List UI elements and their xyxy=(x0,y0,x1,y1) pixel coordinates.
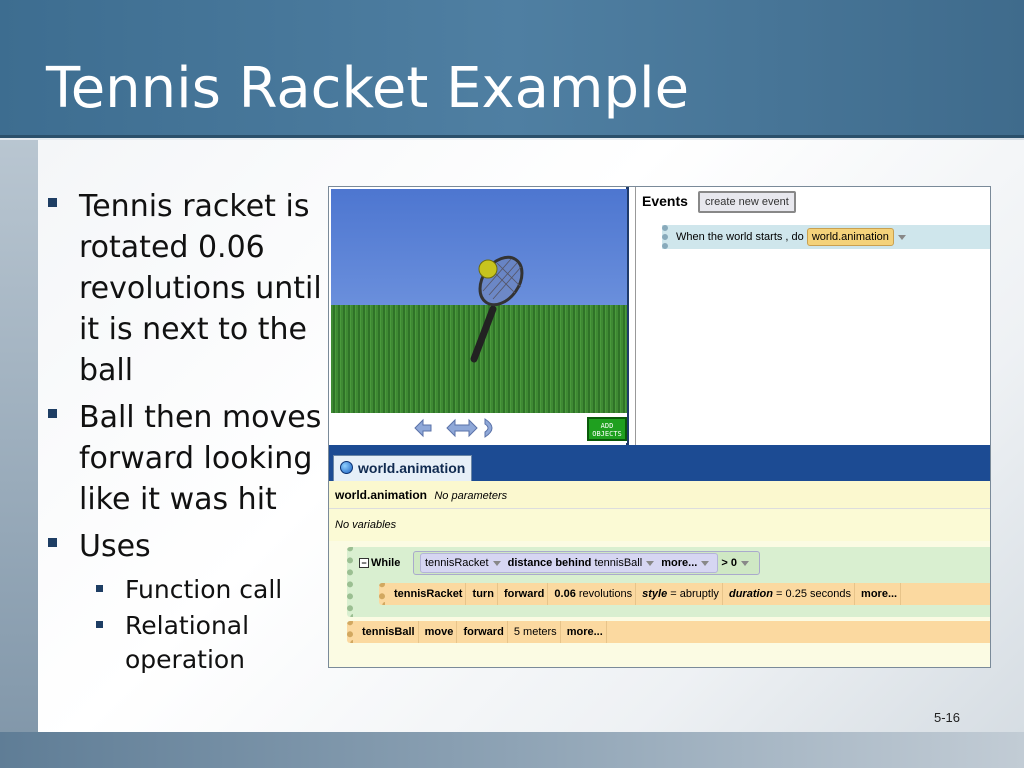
style-value[interactable]: = abruptly xyxy=(670,588,719,600)
scene-viewport[interactable] xyxy=(331,189,627,413)
title-bar: Tennis Racket Example xyxy=(0,0,1024,138)
move-object[interactable]: tennisBall xyxy=(359,621,419,643)
rotate-arrow-icon[interactable] xyxy=(484,418,493,438)
code-area: − While tennisRacket distance behind tenn… xyxy=(329,541,990,667)
bullet-item: Ball then moves forward looking like it … xyxy=(44,397,324,520)
method-editor: world.animation world.animation No param… xyxy=(329,445,990,667)
move-statement[interactable]: tennisBall move forward 5 meters more... xyxy=(347,621,990,643)
slide-bottom-frame xyxy=(0,732,1024,768)
events-panel: Events create new event When the world s… xyxy=(635,187,990,445)
bullet-item: Tennis racket is rotated 0.06 revolution… xyxy=(44,186,324,391)
tab-world-animation[interactable]: world.animation xyxy=(333,455,473,481)
bullet-marker xyxy=(96,621,103,628)
while-label: − While xyxy=(359,557,400,569)
event-trigger-text: When the world starts , do xyxy=(676,231,804,243)
alice-screenshot: ADD OBJECTS Events create new event When… xyxy=(328,186,991,668)
collapse-icon[interactable]: − xyxy=(359,558,369,568)
turn-amount[interactable]: 0.06 xyxy=(554,588,575,600)
dropdown-arrow-icon[interactable] xyxy=(492,560,501,566)
camera-controls: ADD OBJECTS xyxy=(331,413,627,443)
bullet-text: Function call xyxy=(125,575,283,604)
duration-key: duration xyxy=(728,588,773,600)
turn-verb: turn xyxy=(470,583,498,605)
dropdown-arrow-icon[interactable] xyxy=(701,560,710,566)
bullet-marker xyxy=(48,409,57,418)
turn-statement[interactable]: tennisRacket turn forward 0.06 revolutio… xyxy=(379,583,990,605)
bullet-text: Uses xyxy=(79,529,151,564)
bullet-marker xyxy=(48,538,57,547)
camera-arrows xyxy=(414,418,493,438)
bullet-marker xyxy=(96,585,103,592)
move-verb: move xyxy=(422,621,458,643)
turn-object[interactable]: tennisRacket xyxy=(391,583,467,605)
duration-value[interactable]: = 0.25 xyxy=(776,588,807,600)
bullet-marker xyxy=(48,198,57,207)
while-keyword: While xyxy=(371,557,401,569)
while-block[interactable]: − While tennisRacket distance behind tenn… xyxy=(347,547,990,617)
method-header: world.animation No parameters xyxy=(329,481,990,509)
variables-area: No variables xyxy=(329,509,990,541)
bullet-list: Tennis racket is rotated 0.06 revolution… xyxy=(44,186,324,677)
tennis-racket-and-ball xyxy=(470,255,524,363)
cond-object[interactable]: tennisRacket xyxy=(425,557,489,569)
editor-tab-bar: world.animation xyxy=(329,445,990,481)
sub-bullet-item: Relational operation xyxy=(96,609,324,677)
tennis-ball xyxy=(478,259,498,279)
bullet-text: Ball then moves forward looking like it … xyxy=(79,400,322,517)
event-target-label: world.animation xyxy=(811,231,889,243)
method-params: No parameters xyxy=(434,490,508,502)
duration-unit: seconds xyxy=(810,588,851,600)
slide-title: Tennis Racket Example xyxy=(46,56,690,121)
while-condition[interactable]: tennisRacket distance behind tennisBall … xyxy=(413,551,760,575)
turn-unit: revolutions xyxy=(578,588,633,600)
dropdown-arrow-icon[interactable] xyxy=(646,560,655,566)
add-objects-button[interactable]: ADD OBJECTS xyxy=(587,417,627,441)
move-amount[interactable]: 5 meters xyxy=(511,621,561,643)
cond-more[interactable]: more... xyxy=(661,557,697,569)
events-header: Events xyxy=(642,193,688,209)
slide-left-frame xyxy=(0,140,38,768)
event-target-pill[interactable]: world.animation xyxy=(806,228,894,246)
bullet-text: Tennis racket is rotated 0.06 revolution… xyxy=(79,189,322,388)
method-name: world.animation xyxy=(335,488,428,502)
event-row[interactable]: When the world starts , do world.animati… xyxy=(662,225,990,249)
move-direction[interactable]: forward xyxy=(460,621,508,643)
move-arrows-icon[interactable] xyxy=(414,418,432,438)
turn-direction[interactable]: forward xyxy=(501,583,549,605)
sub-bullet-item: Function call xyxy=(96,573,324,607)
cond-value[interactable]: 0 xyxy=(731,557,737,569)
bullet-item: Uses xyxy=(44,526,324,567)
dropdown-arrow-icon[interactable] xyxy=(741,560,749,566)
cond-function: distance behind xyxy=(507,557,592,569)
page-number: 5-16 xyxy=(934,710,961,725)
pan-arrows-icon[interactable] xyxy=(446,418,478,438)
dropdown-arrow-icon[interactable] xyxy=(897,234,906,240)
tab-label: world.animation xyxy=(358,460,466,476)
cond-arg[interactable]: tennisBall xyxy=(594,557,642,569)
turn-more[interactable]: more... xyxy=(858,583,902,605)
world-view-panel: ADD OBJECTS xyxy=(329,187,629,445)
style-key: style xyxy=(642,588,668,600)
bullet-text: Relational operation xyxy=(125,611,250,674)
distance-function[interactable]: tennisRacket distance behind tennisBall … xyxy=(420,553,719,573)
racket-handle xyxy=(470,305,497,363)
create-new-event-button[interactable]: create new event xyxy=(698,191,796,213)
relational-operator: > xyxy=(721,557,728,569)
globe-icon xyxy=(340,461,353,474)
move-more[interactable]: more... xyxy=(564,621,607,643)
